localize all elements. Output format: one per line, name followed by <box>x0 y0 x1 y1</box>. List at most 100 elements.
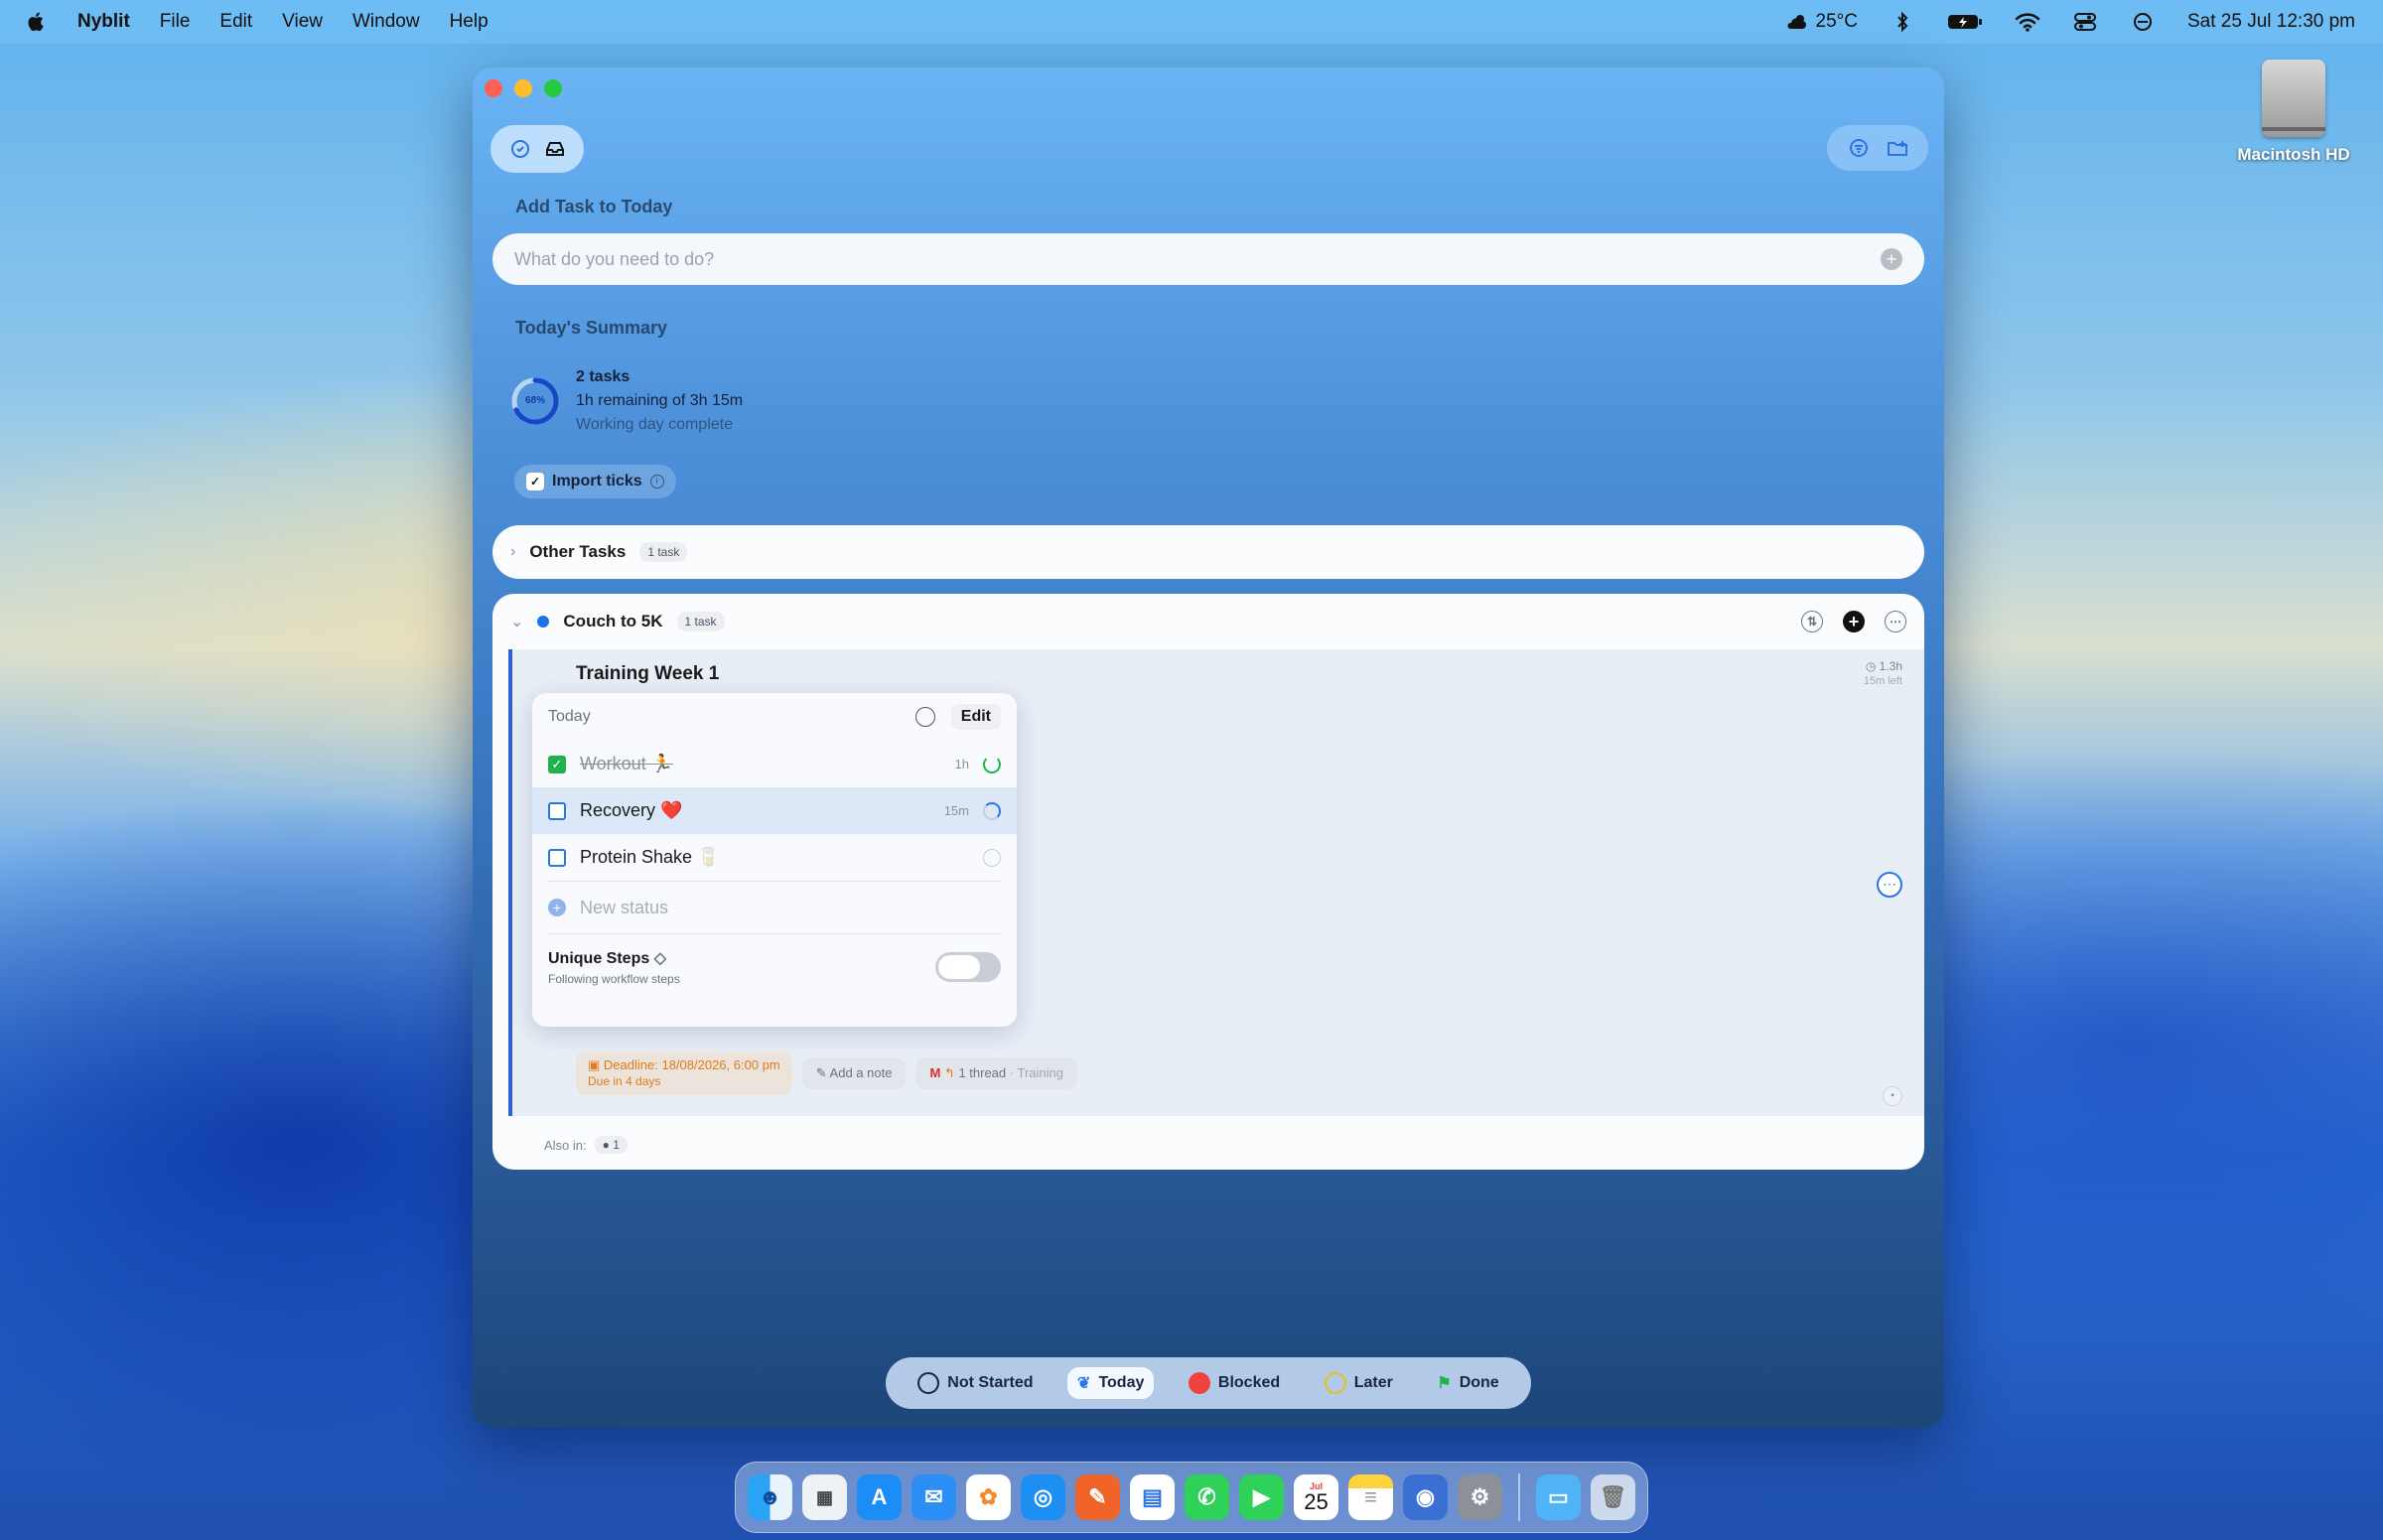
status-done[interactable]: ⚑ Done <box>1427 1367 1508 1399</box>
messages-icon[interactable]: ✆ <box>1185 1474 1229 1520</box>
calendar-day: 25 <box>1304 1488 1329 1514</box>
import-ticks-button[interactable]: ✓ Import ticks i <box>514 465 676 498</box>
step-checkbox-checked[interactable]: ✓ <box>548 755 566 773</box>
weather-cloud-sun-icon <box>1787 14 1807 29</box>
script-editor-icon[interactable]: ◉ <box>1403 1474 1448 1520</box>
calendar-app-icon[interactable]: Jul 25 <box>1294 1474 1338 1520</box>
other-tasks-label: Other Tasks <box>529 542 627 561</box>
filter-icon[interactable] <box>1847 136 1871 160</box>
menu-app-name[interactable]: Nyblit <box>77 11 130 33</box>
inbox-view-icon[interactable] <box>543 137 567 161</box>
status-label: Blocked <box>1217 1374 1281 1391</box>
unique-steps-toggle[interactable] <box>935 952 1001 982</box>
more-options-icon[interactable]: ⋯ <box>1885 611 1906 632</box>
unique-steps-row: Unique Steps ◇ Following workflow steps <box>532 934 1017 986</box>
task-options-icon[interactable]: ⋯ <box>1877 872 1902 898</box>
add-note-button[interactable]: ✎ Add a note <box>801 1057 907 1089</box>
add-task-input[interactable]: What do you need to do? + <box>492 233 1924 285</box>
control-center-icon[interactable] <box>2072 11 2098 33</box>
chevron-down-icon[interactable]: ⌄ <box>510 612 523 631</box>
mail-icon[interactable]: ✉ <box>911 1474 956 1520</box>
focus-icon[interactable] <box>2130 11 2156 33</box>
task-meta: ▣ Deadline: 18/08/2026, 6:00 pm Due in 4… <box>576 1051 1077 1095</box>
dock-separator <box>1518 1473 1520 1521</box>
today-summary: 68% 2 tasks 1h remaining of 3h 15m Worki… <box>510 365 743 437</box>
summary-remaining: 1h remaining of 3h 15m <box>576 392 744 409</box>
nyblit-icon[interactable]: ▤ <box>1130 1474 1175 1520</box>
facetime-icon[interactable]: ▶ <box>1239 1474 1284 1520</box>
status-label: Done <box>1459 1374 1499 1391</box>
other-tasks-count: 1 task <box>639 542 688 562</box>
bluetooth-icon[interactable] <box>1890 11 1915 33</box>
menu-edit[interactable]: Edit <box>219 11 252 33</box>
downloads-folder-icon[interactable]: ▭ <box>1535 1474 1581 1520</box>
app-store-icon[interactable]: A <box>857 1474 902 1520</box>
trash-icon[interactable]: 🗑 <box>1590 1474 1635 1520</box>
zoom-window-button[interactable] <box>544 79 562 97</box>
chevron-right-icon[interactable]: › <box>510 543 515 561</box>
deadline-chip[interactable]: ▣ Deadline: 18/08/2026, 6:00 pm Due in 4… <box>576 1051 792 1095</box>
finder-icon[interactable]: ☻ <box>748 1474 792 1520</box>
pause-icon <box>1324 1372 1346 1394</box>
photos-icon[interactable]: ✿ <box>966 1474 1011 1520</box>
menubar-clock[interactable]: Sat 25 Jul 12:30 pm <box>2187 11 2355 33</box>
progress-percent: 68% <box>524 395 545 406</box>
menu-window[interactable]: Window <box>352 11 420 33</box>
project-card: ⌄ Couch to 5K 1 task ⇅ + ⋯ Training Week… <box>492 594 1924 1170</box>
add-task-to-project-icon[interactable]: + <box>1843 611 1865 632</box>
status-filter-bar: Not Started ❦ Today Blocked Later ⚑ Done <box>886 1357 1531 1409</box>
due-text: Due in 4 days <box>588 1074 661 1088</box>
minimize-window-button[interactable] <box>514 79 532 97</box>
new-folder-icon[interactable] <box>1886 136 1909 160</box>
sort-icon[interactable]: ⇅ <box>1801 611 1823 632</box>
launchpad-icon[interactable]: ▦ <box>802 1474 847 1520</box>
email-thread-chip[interactable]: M ↰ 1 thread · Training <box>915 1057 1077 1089</box>
today-view-icon[interactable] <box>508 137 532 161</box>
gmail-icon: M <box>929 1065 941 1080</box>
status-later[interactable]: Later <box>1315 1366 1403 1400</box>
battery-icon[interactable] <box>1947 11 1983 33</box>
step-row[interactable]: ✓ Workout 🏃 1h <box>532 741 1017 787</box>
status-blocked[interactable]: Blocked <box>1179 1366 1290 1400</box>
step-row[interactable]: Recovery ❤️ 15m <box>532 787 1017 834</box>
notes-icon[interactable]: ≡ <box>1348 1474 1393 1520</box>
archive-icon[interactable]: ▪ <box>1883 1086 1902 1106</box>
desktop-drive[interactable]: Macintosh HD <box>2234 60 2353 165</box>
step-progress-icon <box>983 848 1001 867</box>
step-row[interactable]: Protein Shake 🥛 <box>532 834 1017 881</box>
add-task-plus-icon[interactable]: + <box>1881 248 1902 270</box>
task-title[interactable]: Training Week 1 <box>576 663 719 685</box>
thread-tag: Training <box>1017 1065 1063 1080</box>
menu-view[interactable]: View <box>282 11 323 33</box>
view-switcher <box>491 125 584 173</box>
step-checkbox[interactable] <box>548 848 566 867</box>
task-time-left: 15m left <box>1863 675 1902 687</box>
edit-button[interactable]: Edit <box>950 704 1001 730</box>
safari-icon[interactable]: ◎ <box>1021 1474 1065 1520</box>
project-task-count: 1 task <box>676 612 725 631</box>
weather-temp: 25°C <box>1815 11 1858 32</box>
step-label: Workout 🏃 <box>580 754 674 773</box>
ticktick-icon: ✓ <box>526 473 544 490</box>
status-not-started[interactable]: Not Started <box>908 1366 1043 1400</box>
task-item[interactable]: Training Week 1 ◷ 1.3h 15m left Today Ed… <box>508 649 1924 1116</box>
close-window-button[interactable] <box>485 79 502 97</box>
summary-title: Today's Summary <box>515 318 667 338</box>
weather-status[interactable]: 25°C <box>1784 11 1858 33</box>
menu-help[interactable]: Help <box>450 11 489 33</box>
project-header[interactable]: ⌄ Couch to 5K 1 task ⇅ + ⋯ <box>492 594 1924 649</box>
also-in-badge[interactable]: ● 1 <box>594 1136 628 1154</box>
status-today[interactable]: ❦ Today <box>1067 1367 1155 1399</box>
apple-logo-icon[interactable] <box>26 10 48 34</box>
menu-file[interactable]: File <box>160 11 191 33</box>
step-label: Protein Shake 🥛 <box>580 847 720 867</box>
not-started-icon <box>917 1372 940 1394</box>
new-status-row[interactable]: + New status <box>532 882 1017 933</box>
clock-icon[interactable] <box>914 707 935 727</box>
step-checkbox[interactable] <box>548 801 566 820</box>
pages-icon[interactable]: ✎ <box>1075 1474 1120 1520</box>
other-tasks-group[interactable]: › Other Tasks 1 task <box>492 525 1924 579</box>
wifi-icon[interactable] <box>2015 11 2040 33</box>
system-settings-icon[interactable]: ⚙ <box>1458 1474 1502 1520</box>
info-icon[interactable]: i <box>649 475 664 489</box>
